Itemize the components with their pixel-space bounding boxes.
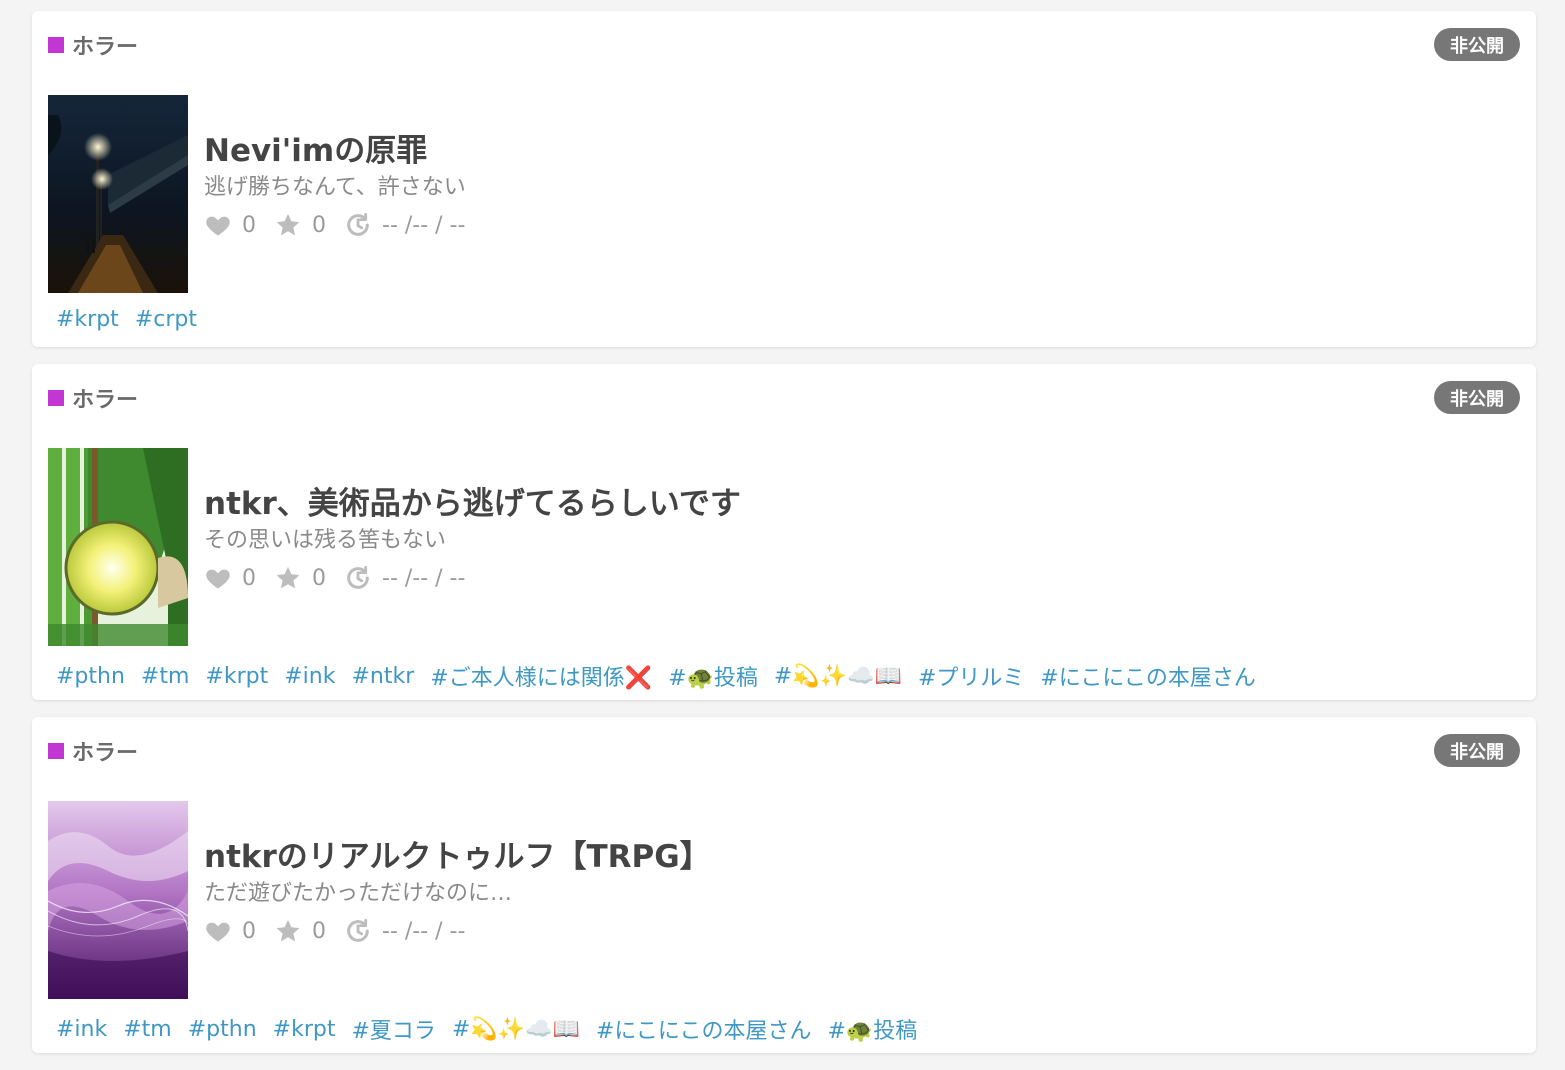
genre-color-square [48,390,64,406]
update-date-value: -- /-- / -- [382,918,466,944]
work-title[interactable]: Nevi'imの原罪 [204,131,483,171]
tag-link[interactable]: #ntkr [351,664,414,689]
tag-link[interactable]: #tm [141,664,190,689]
heart-icon [206,922,230,942]
star-icon [276,213,300,236]
tag-link[interactable]: #💫✨☁️📖 [452,1017,580,1042]
work-subtitle: 逃げ勝ちなんて、許さない [204,175,466,200]
visibility-badge: 非公開 [1434,28,1520,61]
purple-waves-image[interactable] [48,801,188,999]
tag-list: #krpt #crpt [56,307,213,332]
update-date-value: -- /-- / -- [382,212,466,238]
work-card-1[interactable]: ホラー 非公開 Nevi'imの原罪 逃げ勝ちなんて、許さない 0 0 -- /… [32,11,1536,347]
update-date: -- /-- / -- [344,917,465,945]
genre-color-square [48,37,64,53]
history-icon [347,212,369,236]
work-info: ntkrのリアルクトゥルフ【TRPG】 ただ遊びたかっただけなのに… 0 0 -… [204,837,711,945]
tag-link[interactable]: #pthn [56,664,125,689]
tag-link[interactable]: #🐢投稿 [827,1013,917,1045]
star-count: 0 [274,917,326,945]
work-info: ntkr、美術品から逃げてるらしいです その思いは残る筈もない 0 0 -- /… [204,484,741,592]
tag-link[interactable]: #にこにこの本屋さん [596,1013,812,1045]
genre-label: ホラー [48,382,138,414]
work-card-3[interactable]: ホラー 非公開 ntkrのリアルクトゥルフ【TRPG】 ただ遊びたかっただけなの… [32,717,1536,1053]
history-icon [347,565,369,589]
genre-text: ホラー [72,741,139,766]
star-icon [276,566,300,589]
work-stats: 0 0 -- /-- / -- [204,564,741,592]
heart-icon [206,569,230,589]
genre-color-square [48,743,64,759]
like-count: 0 [204,917,256,945]
tag-link[interactable]: #pthn [188,1017,257,1042]
tag-link[interactable]: #crpt [135,307,197,332]
tag-list: #ink #tm #pthn #krpt #夏コラ #💫✨☁️📖 #にこにこの本屋さん #🐢投… [56,1013,933,1045]
tag-link[interactable]: #にこにこの本屋さん [1040,660,1256,692]
genre-label: ホラー [48,735,138,767]
tag-link[interactable]: #ink [56,1017,107,1042]
work-title[interactable]: ntkr、美術品から逃げてるらしいです [204,484,741,524]
work-list: ホラー 非公開 Nevi'imの原罪 逃げ勝ちなんて、許さない 0 0 -- /… [32,11,1536,1070]
genre-text: ホラー [72,35,139,60]
visibility-badge: 非公開 [1434,734,1520,767]
work-subtitle: ただ遊びたかっただけなのに… [204,881,513,906]
work-stats: 0 0 -- /-- / -- [204,211,483,239]
like-count-value: 0 [242,565,256,591]
tag-link[interactable]: #💫✨☁️📖 [774,664,902,689]
work-subtitle: その思いは残る筈もない [204,528,447,553]
genre-text: ホラー [72,388,139,413]
like-count: 0 [204,211,256,239]
like-count-value: 0 [242,918,256,944]
heart-icon [206,216,230,236]
visibility-badge: 非公開 [1434,381,1520,414]
tag-link[interactable]: #夏コラ [351,1013,435,1045]
update-date-value: -- /-- / -- [382,565,466,591]
work-stats: 0 0 -- /-- / -- [204,917,711,945]
star-count-value: 0 [312,918,326,944]
star-icon [276,919,300,942]
star-count-value: 0 [312,212,326,238]
tag-link[interactable]: #ink [284,664,335,689]
work-title[interactable]: ntkrのリアルクトゥルフ【TRPG】 [204,837,711,877]
tag-link[interactable]: #tm [123,1017,172,1042]
tag-link[interactable]: #🐢投稿 [668,660,758,692]
like-count: 0 [204,564,256,592]
green-lantern-image[interactable] [48,448,188,646]
tag-link[interactable]: #krpt [205,664,268,689]
genre-label: ホラー [48,29,138,61]
star-count-value: 0 [312,565,326,591]
tag-list: #pthn #tm #krpt #ink #ntkr #ご本人様には関係❌ #🐢投稿 #💫✨☁… [56,660,1272,692]
work-info: Nevi'imの原罪 逃げ勝ちなんて、許さない 0 0 -- /-- / -- [204,131,483,239]
star-count: 0 [274,211,326,239]
work-card-2[interactable]: ホラー 非公開 ntkr、美術品から逃げてるらしいです その思いは残る筈もない [32,364,1536,700]
tag-link[interactable]: #ご本人様には関係❌ [430,660,652,692]
tag-link[interactable]: #krpt [273,1017,336,1042]
tag-link[interactable]: #プリルミ [918,660,1024,692]
update-date: -- /-- / -- [344,211,465,239]
star-count: 0 [274,564,326,592]
night-street-image[interactable] [48,95,188,293]
tag-link[interactable]: #krpt [56,307,119,332]
like-count-value: 0 [242,212,256,238]
update-date: -- /-- / -- [344,564,465,592]
history-icon [347,918,369,942]
